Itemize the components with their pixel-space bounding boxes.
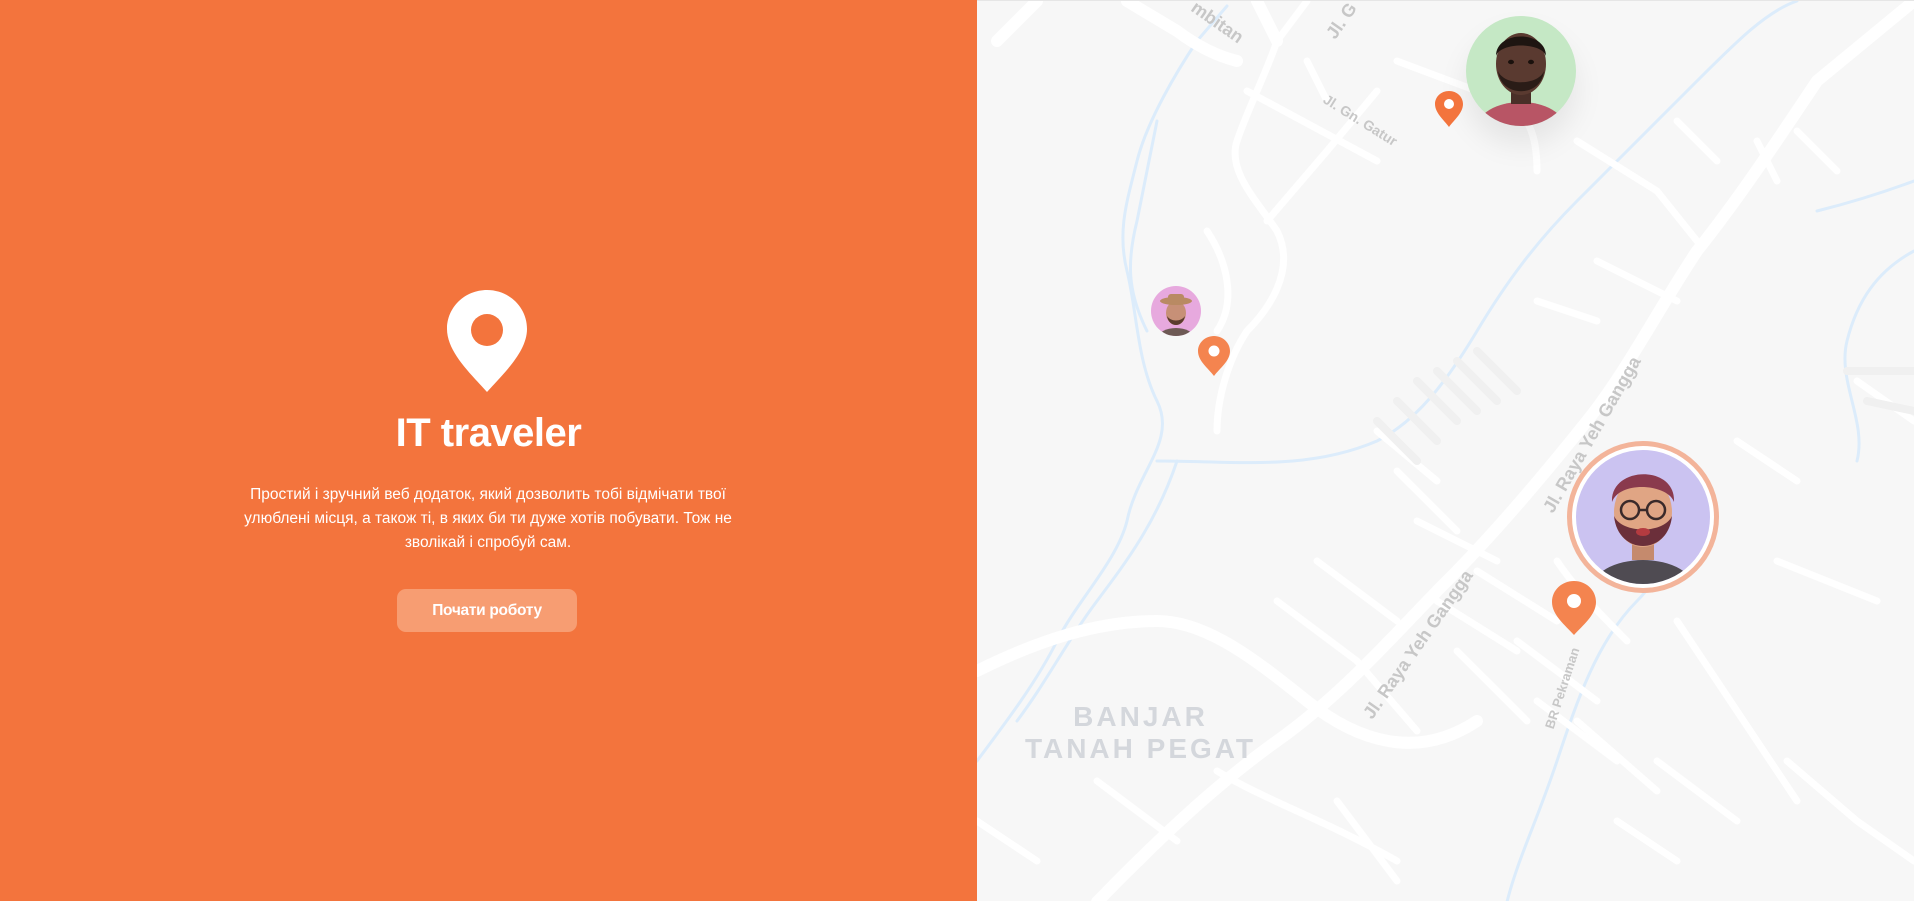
area-label: BANJAR TANAH PEGAT xyxy=(1023,701,1258,765)
map-marker-icon[interactable] xyxy=(1552,581,1596,635)
person-icon xyxy=(1477,33,1565,126)
avatar-face xyxy=(1576,450,1710,584)
map-marker-icon[interactable] xyxy=(1435,91,1463,127)
map-roads xyxy=(977,1,1914,901)
start-button[interactable]: Почати роботу xyxy=(397,589,577,632)
map-pin-icon xyxy=(447,290,527,392)
map-view[interactable]: Jl. Raya Yeh Gangga Jl. Raya Yeh Gangga … xyxy=(977,0,1914,901)
area-label-line1: BANJAR xyxy=(1073,701,1208,732)
avatar-green[interactable] xyxy=(1466,16,1576,126)
map-marker-icon[interactable] xyxy=(1198,336,1230,376)
avatar-pink-hat[interactable] xyxy=(1151,286,1201,336)
app-title: IT traveler xyxy=(395,411,582,455)
person-icon xyxy=(1592,474,1694,584)
area-label-line2: TANAH PEGAT xyxy=(1024,733,1257,764)
app-description: Простий і зручний веб додаток, який дозв… xyxy=(244,486,732,551)
avatar-purple-glasses[interactable] xyxy=(1567,441,1719,593)
person-icon xyxy=(1158,294,1194,336)
hero-panel: IT traveler Простий і зручний веб додато… xyxy=(0,0,977,901)
